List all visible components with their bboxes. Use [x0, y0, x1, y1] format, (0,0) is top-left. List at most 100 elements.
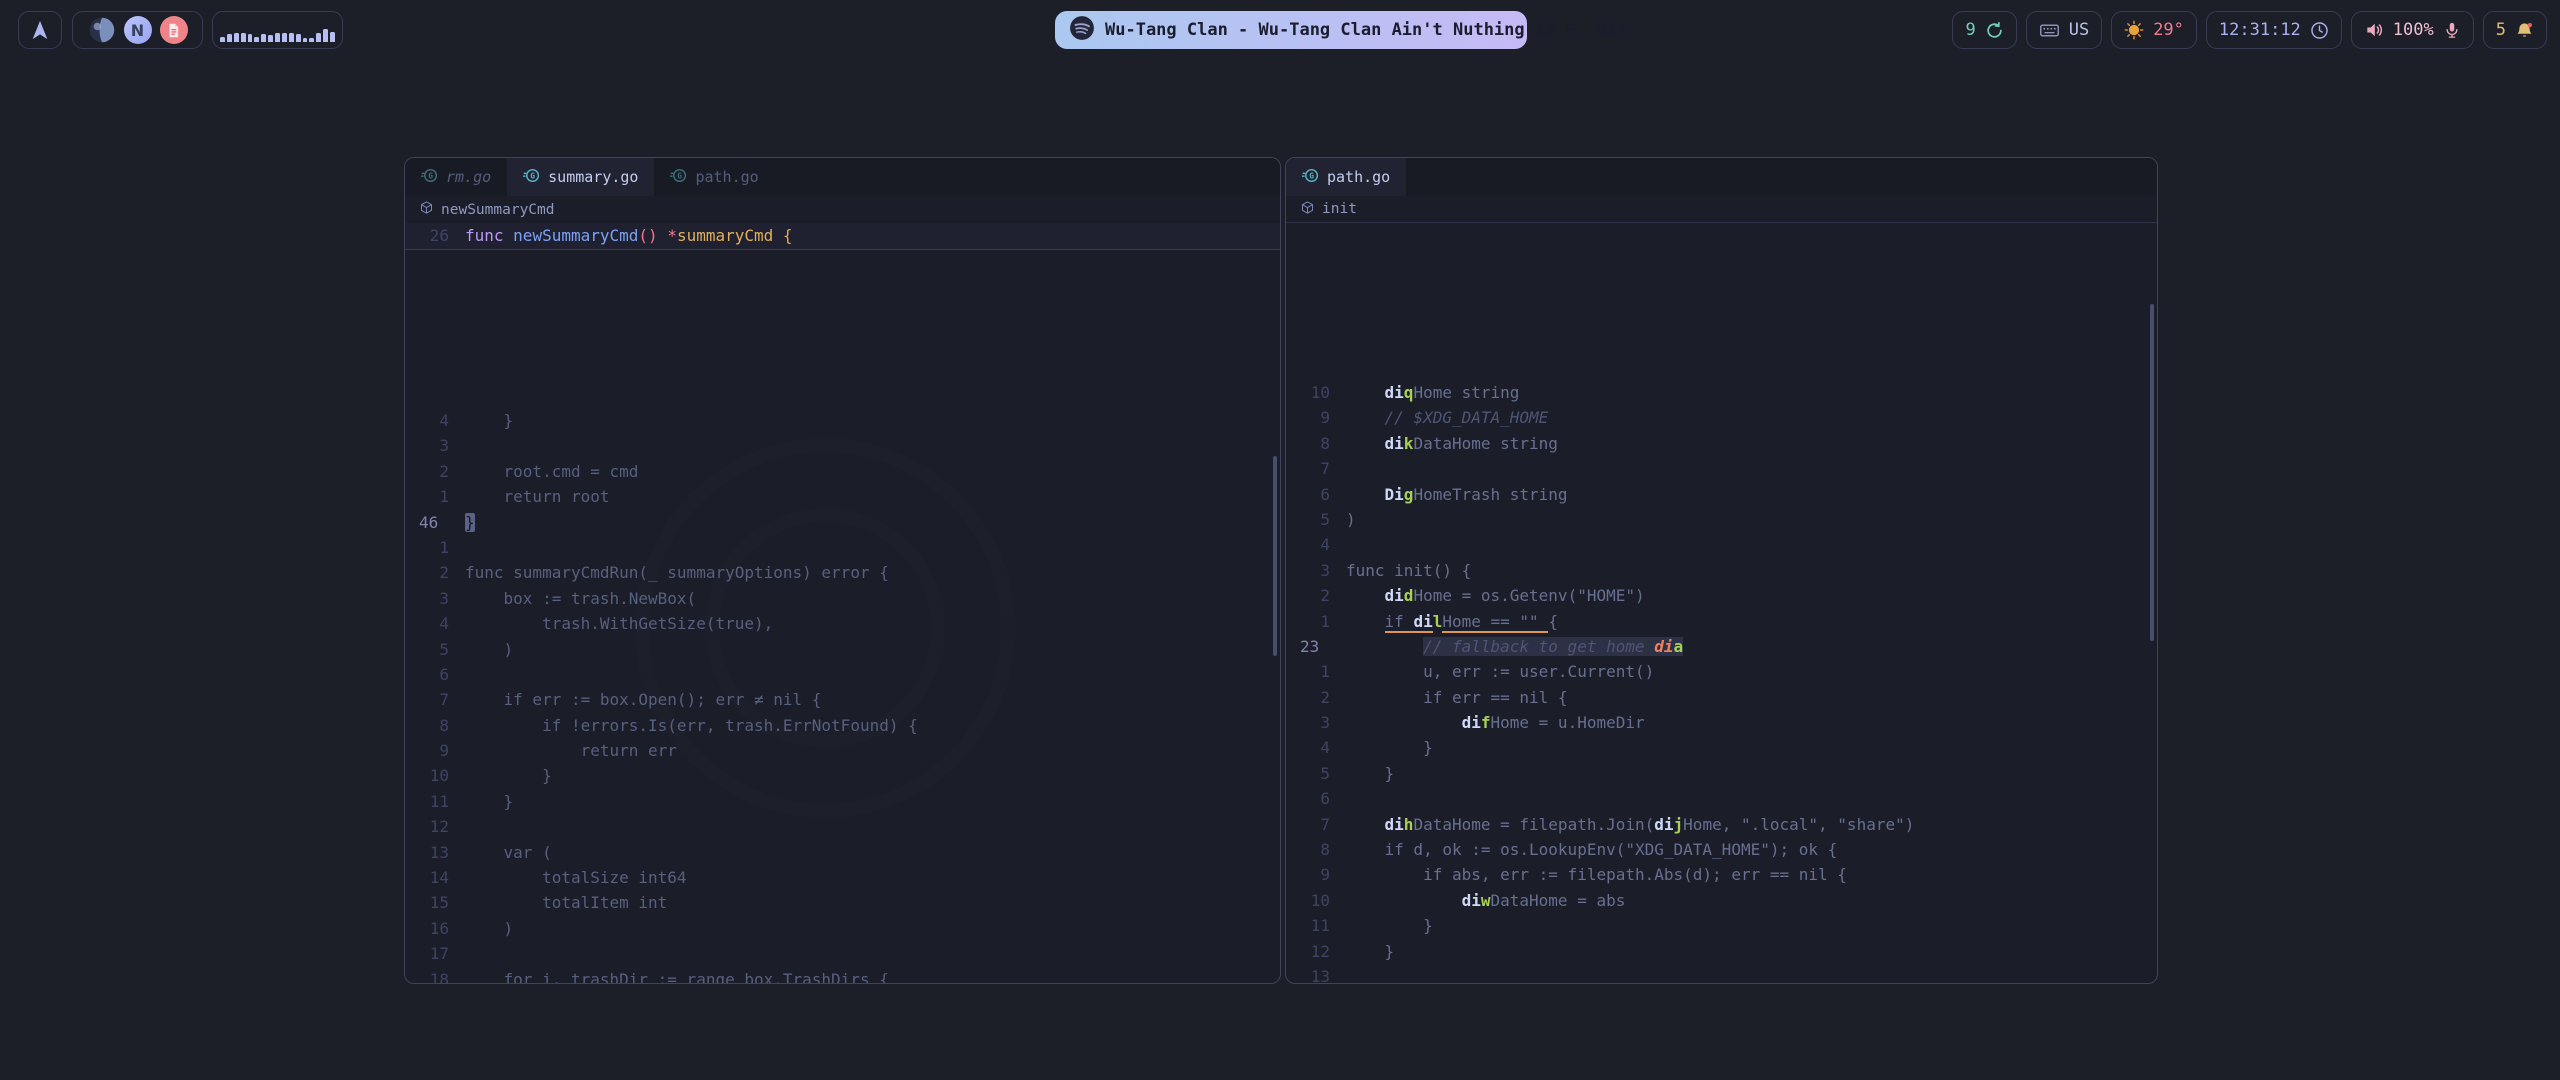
clock-module[interactable]: 12:31:12 [2206, 11, 2342, 49]
code-line[interactable]: 2 root.cmd = cmd [405, 459, 1280, 484]
code-line[interactable]: 8 dikDataHome string [1286, 431, 2157, 456]
code-line[interactable]: 4 } [1286, 735, 2157, 760]
code-line[interactable]: 4 trash.WithGetSize(true), [405, 611, 1280, 636]
code-line[interactable]: 16 ) [405, 916, 1280, 941]
code-line[interactable]: 9 if abs, err := filepath.Abs(d); err ==… [1286, 862, 2157, 887]
code-line[interactable]: 10 diwDataHome = abs [1286, 888, 2157, 913]
code-line[interactable]: 17 [405, 941, 1280, 966]
code-line[interactable]: 3func init() { [1286, 558, 2157, 583]
code-line[interactable]: 3 box := trash.NewBox( [405, 586, 1280, 611]
breadcrumb: init [1286, 196, 2157, 223]
line-number: 2 [405, 560, 449, 585]
svg-text:G: G [530, 171, 535, 180]
viz-bar [309, 38, 314, 42]
refresh-icon [1985, 21, 2004, 40]
code-line[interactable]: 5) [1286, 507, 2157, 532]
line-number: 2 [1286, 685, 1330, 710]
code-line[interactable]: 11 } [405, 789, 1280, 814]
go-icon: G [523, 167, 540, 188]
line-number: 2 [405, 459, 449, 484]
line-number: 16 [405, 916, 449, 941]
code-line[interactable]: 5 } [1286, 761, 2157, 786]
right-tabbar: Gpath.go [1286, 158, 2157, 196]
code-line[interactable]: 10 diqHome string [1286, 380, 2157, 405]
right-code-area: 10 diqHome string9 // $XDG_DATA_HOME8 di… [1286, 380, 2157, 983]
go-icon: G [670, 167, 687, 188]
code-line[interactable]: 5 ) [405, 637, 1280, 662]
code-text: if d, ok := os.LookupEnv("XDG_DATA_HOME"… [1346, 837, 1837, 862]
updates-module[interactable]: 9 [1952, 11, 2016, 49]
code-line[interactable]: 2 if err == nil { [1286, 685, 2157, 710]
audio-module[interactable]: 100% [2351, 11, 2474, 49]
code-line[interactable]: 4 [1286, 532, 2157, 557]
weather-module[interactable]: 29° [2111, 11, 2197, 49]
browser-globe-icon[interactable] [88, 16, 116, 44]
code-line[interactable]: 8 if d, ok := os.LookupEnv("XDG_DATA_HOM… [1286, 837, 2157, 862]
status-modules: 9 US 29° 12:31:12 100% 5 [1952, 0, 2547, 60]
code-line[interactable]: 1 [405, 535, 1280, 560]
line-number: 13 [1286, 964, 1330, 983]
code-line[interactable]: 7 if err := box.Open(); err ≠ nil { [405, 687, 1280, 712]
code-line[interactable]: 23 // fallback to get home dia [1286, 634, 2157, 659]
code-line[interactable]: 2 didHome = os.Getenv("HOME") [1286, 583, 2157, 608]
line-number: 1 [1286, 659, 1330, 684]
code-line[interactable]: 7 dihDataHome = filepath.Join(dijHome, "… [1286, 812, 2157, 837]
code-line[interactable]: 9 return err [405, 738, 1280, 763]
line-number: 12 [1286, 939, 1330, 964]
svg-text:G: G [678, 171, 683, 180]
code-line[interactable]: 12 [405, 814, 1280, 839]
tab-rm.go[interactable]: Grm.go [405, 158, 507, 196]
viz-bar [234, 33, 239, 42]
code-line[interactable]: 11 } [1286, 913, 2157, 938]
code-line[interactable]: 1 u, err := user.Current() [1286, 659, 2157, 684]
mic-icon [2443, 21, 2461, 39]
code-line[interactable]: 6 [405, 662, 1280, 687]
code-line[interactable]: 12 } [1286, 939, 2157, 964]
line-number: 7 [1286, 812, 1330, 837]
media-player-pill[interactable]: Wu-Tang Clan - Wu-Tang Clan Ain't Nuthin… [1055, 11, 1527, 49]
code-text: box := trash.NewBox( [465, 586, 696, 611]
code-text: } [465, 763, 552, 788]
go-icon: G [1302, 167, 1319, 188]
code-line[interactable]: 10 } [405, 763, 1280, 788]
code-text: u, err := user.Current() [1346, 659, 1654, 684]
launcher-button[interactable] [18, 11, 62, 49]
scrollbar[interactable] [1273, 456, 1277, 656]
code-line[interactable]: 2func summaryCmdRun(_ summaryOptions) er… [405, 560, 1280, 585]
code-line[interactable]: 9 // $XDG_DATA_HOME [1286, 405, 2157, 430]
viz-bar [289, 33, 294, 42]
code-line[interactable]: 3 [405, 433, 1280, 458]
code-line[interactable]: 6 DigHomeTrash string [1286, 482, 2157, 507]
code-line[interactable]: 14 totalSize int64 [405, 865, 1280, 890]
line-number: 1 [1286, 609, 1330, 634]
n-app-icon[interactable]: N [124, 16, 152, 44]
keyboard-layout-module[interactable]: US [2026, 11, 2102, 49]
line-number: 26 [405, 223, 449, 249]
code-text: if err == nil { [1346, 685, 1568, 710]
document-red-icon[interactable] [160, 16, 188, 44]
code-line[interactable]: 3 difHome = u.HomeDir [1286, 710, 2157, 735]
code-line[interactable]: 13 [1286, 964, 2157, 983]
code-line[interactable]: 4 } [405, 408, 1280, 433]
speaker-icon [2364, 20, 2384, 40]
code-text: if dilHome == "" { [1346, 609, 1558, 634]
tab-summary.go[interactable]: Gsummary.go [507, 158, 654, 196]
code-line[interactable]: 13 var ( [405, 840, 1280, 865]
code-text: var ( [465, 840, 552, 865]
code-line[interactable]: 26func newSummaryCmd() *summaryCmd { [405, 223, 1280, 249]
go-icon: G [421, 167, 438, 188]
code-line[interactable]: 46} [405, 510, 1280, 535]
code-line[interactable]: 18 for i, trashDir := range box.TrashDir… [405, 967, 1280, 983]
audio-visualizer[interactable] [212, 11, 343, 49]
code-line[interactable]: 1 if dilHome == "" { [1286, 609, 2157, 634]
code-line[interactable]: 15 totalItem int [405, 890, 1280, 915]
code-line[interactable]: 8 if !errors.Is(err, trash.ErrNotFound) … [405, 713, 1280, 738]
code-line[interactable]: 1 return root [405, 484, 1280, 509]
code-text: if abs, err := filepath.Abs(d); err == n… [1346, 862, 1847, 887]
tab-path.go[interactable]: Gpath.go [654, 158, 774, 196]
tab-path.go[interactable]: Gpath.go [1286, 158, 1406, 196]
scrollbar[interactable] [2150, 304, 2154, 641]
code-line[interactable]: 7 [1286, 456, 2157, 481]
code-line[interactable]: 6 [1286, 786, 2157, 811]
notifications-module[interactable]: 5 [2483, 11, 2547, 49]
